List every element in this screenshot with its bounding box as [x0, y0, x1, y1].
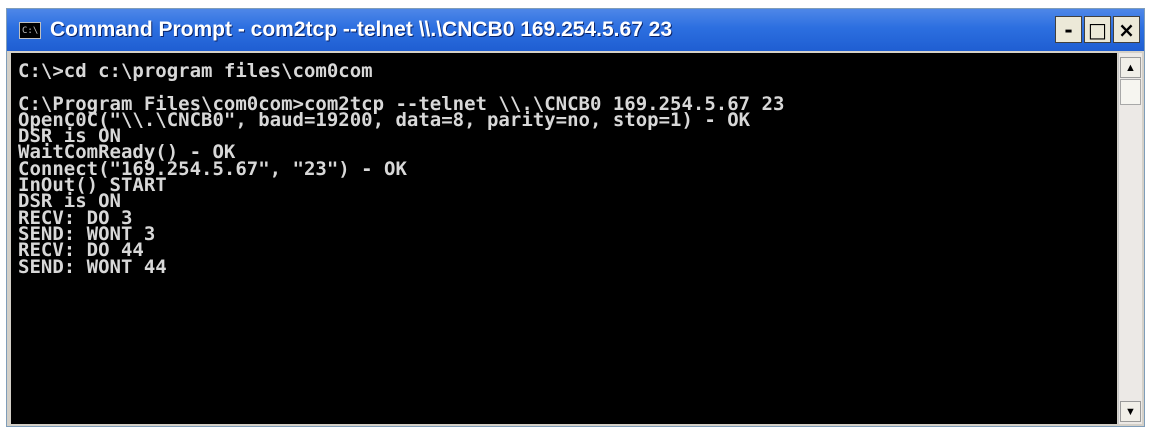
arrow-up-icon: ▲	[1125, 61, 1136, 74]
console-text: C:\>cd c:\program files\com0com C:\Progra…	[11, 53, 1117, 278]
command-prompt-window: C:\ Command Prompt - com2tcp --telnet \\…	[6, 8, 1145, 427]
scroll-down-button[interactable]: ▼	[1120, 401, 1141, 422]
console-line: DSR is ON	[18, 190, 121, 213]
maximize-button[interactable]: □	[1084, 16, 1111, 43]
title-bar[interactable]: C:\ Command Prompt - com2tcp --telnet \\…	[7, 9, 1144, 51]
scrollbar-thumb[interactable]	[1120, 79, 1141, 105]
console-line: RECV: DO 44	[18, 239, 144, 262]
console-line: C:\>cd c:\program files\com0com	[18, 60, 373, 82]
console-line: SEND: WONT 3	[18, 222, 156, 245]
scroll-up-button[interactable]: ▲	[1120, 57, 1141, 78]
console-line: OpenC0C("\\.\CNCB0", baud=19200, data=8,…	[18, 108, 751, 131]
window-title: Command Prompt - com2tcp --telnet \\.\CN…	[50, 18, 673, 41]
console-line: Connect("169.254.5.67", "23") - OK	[18, 157, 407, 180]
arrow-down-icon: ▼	[1125, 405, 1136, 418]
close-button[interactable]: ×	[1113, 16, 1140, 43]
console-output[interactable]: C:\>cd c:\program files\com0com C:\Progra…	[11, 53, 1117, 424]
vertical-scrollbar[interactable]: ▲ ▼	[1118, 53, 1142, 424]
console-line: SEND: WONT 44	[18, 255, 167, 278]
console-line: RECV: DO 3	[18, 206, 133, 229]
window-controls: - □ ×	[1055, 16, 1140, 43]
minimize-button[interactable]: -	[1055, 16, 1082, 43]
console-icon: C:\	[19, 21, 41, 39]
